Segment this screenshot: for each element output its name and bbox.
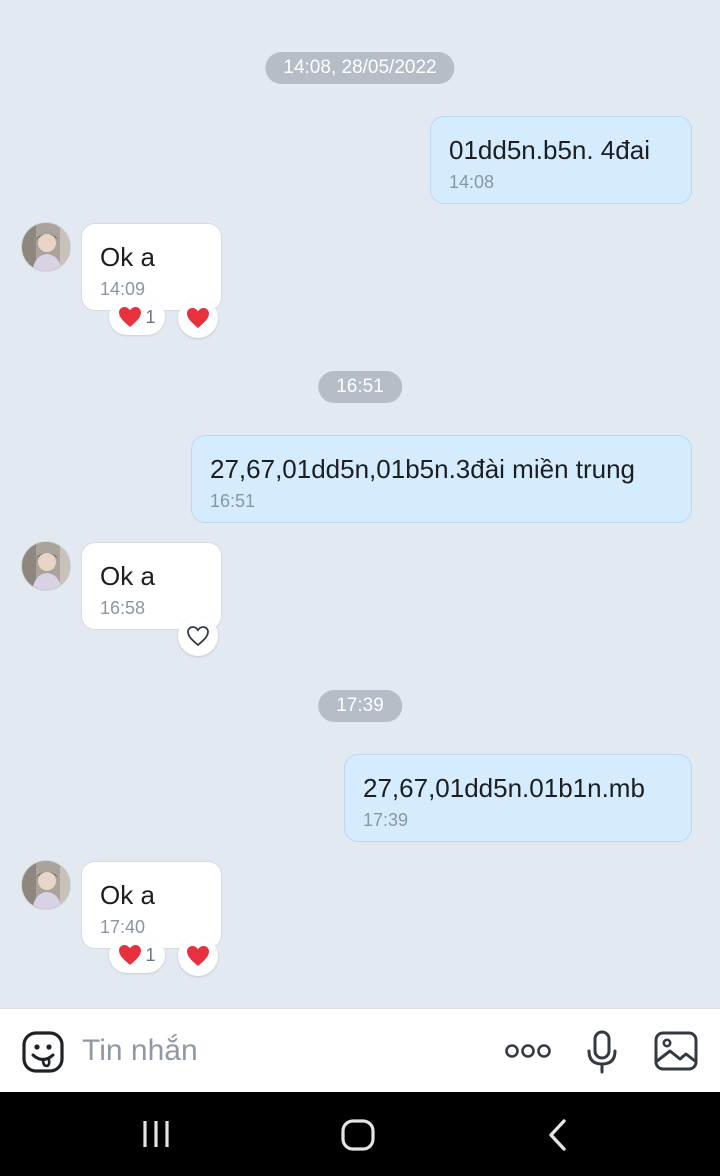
react-button[interactable] <box>178 936 218 976</box>
sticker-button[interactable] <box>20 1029 66 1075</box>
message-text: Ok a <box>100 880 155 910</box>
avatar-photo <box>22 542 70 590</box>
message-text: 27,67,01dd5n.01b1n.mb <box>363 773 645 803</box>
date-separator: 16:51 <box>318 371 402 403</box>
more-button[interactable] <box>503 1037 553 1065</box>
message-text: 01dd5n.b5n. 4đai <box>449 135 650 165</box>
message-text: Ok a <box>100 242 155 272</box>
system-navigation-bar <box>0 1092 720 1176</box>
more-icon <box>505 1044 551 1058</box>
recent-apps-button[interactable] <box>134 1116 178 1152</box>
heart-icon <box>187 308 209 328</box>
message-input[interactable]: Tin nhắn <box>82 1034 198 1068</box>
react-button[interactable] <box>178 616 218 656</box>
message-time: 14:09 <box>100 279 146 299</box>
home-button[interactable] <box>336 1116 380 1154</box>
message-composer: Tin nhắn <box>0 1008 720 1092</box>
message-text: Ok a <box>100 561 155 591</box>
reaction-summary[interactable]: 1 <box>109 299 165 335</box>
heart-icon <box>119 307 142 327</box>
message-time: 16:51 <box>210 491 256 511</box>
date-separator: 17:39 <box>318 690 402 722</box>
chat-area[interactable]: 14:08, 28/05/2022 01dd5n.b5n. 4đai 14:08… <box>0 0 720 1008</box>
recent-apps-icon <box>143 1121 169 1147</box>
outgoing-message[interactable]: 27,67,01dd5n.01b1n.mb 17:39 <box>344 754 692 842</box>
back-icon <box>549 1119 566 1151</box>
reaction-count: 1 <box>145 944 156 965</box>
react-button[interactable] <box>178 298 218 338</box>
outgoing-message[interactable]: 27,67,01dd5n,01b5n.3đài miền trung 16:51 <box>191 435 692 523</box>
image-icon <box>654 1031 698 1071</box>
reaction-count: 1 <box>145 306 156 327</box>
voice-button[interactable] <box>584 1027 620 1077</box>
sticker-icon <box>22 1031 64 1073</box>
avatar[interactable] <box>21 541 71 591</box>
message-time: 14:08 <box>449 172 495 192</box>
home-icon <box>341 1119 375 1151</box>
heart-outline-icon <box>187 626 209 647</box>
avatar-photo <box>22 861 70 909</box>
heart-icon <box>119 945 142 965</box>
image-button[interactable] <box>652 1029 700 1073</box>
message-time: 17:39 <box>363 810 409 830</box>
message-time: 16:58 <box>100 598 146 618</box>
back-button[interactable] <box>540 1116 576 1154</box>
message-time: 17:40 <box>100 917 146 937</box>
reaction-summary[interactable]: 1 <box>109 937 165 973</box>
microphone-icon <box>587 1030 617 1074</box>
avatar-photo <box>22 223 70 271</box>
message-text: 27,67,01dd5n,01b5n.3đài miền trung <box>210 454 636 484</box>
heart-icon <box>187 946 209 966</box>
date-separator: 14:08, 28/05/2022 <box>265 52 455 84</box>
avatar[interactable] <box>21 222 71 272</box>
avatar[interactable] <box>21 860 71 910</box>
outgoing-message[interactable]: 01dd5n.b5n. 4đai 14:08 <box>430 116 692 204</box>
